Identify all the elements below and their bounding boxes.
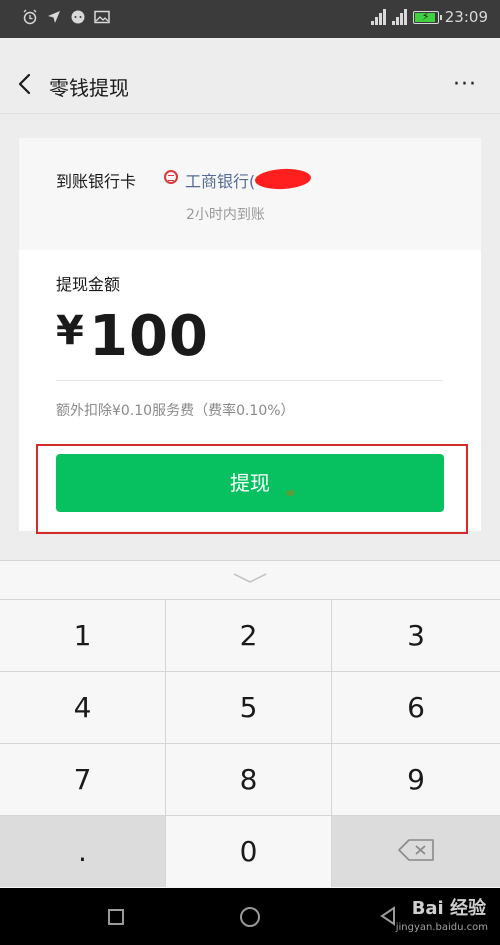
more-button[interactable]: ··· [450, 72, 480, 97]
key-3[interactable]: 3 [332, 599, 500, 671]
sim-signal-icon [370, 9, 386, 25]
arrival-time: 2小时内到账 [186, 207, 265, 223]
nav-bar: 零钱提现 ··· [0, 56, 500, 114]
key-5[interactable]: 5 [166, 671, 332, 743]
key-dot[interactable]: . [0, 815, 166, 887]
fee-note: 额外扣除¥0.10服务费（费率0.10%） [56, 403, 295, 419]
bank-logo-icon [164, 170, 178, 184]
divider [56, 380, 443, 381]
status-time: 23:09 [444, 8, 488, 26]
bank-card-section[interactable]: 到账银行卡 工商银行( 2小时内到账 [19, 138, 481, 250]
battery-charging-icon: ⚡ [412, 10, 442, 24]
chevron-down-icon [233, 573, 267, 583]
location-icon [48, 11, 60, 23]
baidu-watermark-url: jingyan.baidu.com [395, 922, 488, 933]
currency-symbol: ¥ [56, 308, 84, 354]
amount-input[interactable]: 100 [89, 304, 209, 369]
keypad-collapse-handle[interactable] [0, 561, 500, 599]
alarm-icon [23, 9, 37, 25]
image-icon [94, 10, 110, 24]
key-6[interactable]: 6 [332, 671, 500, 743]
key-0[interactable]: 0 [166, 815, 332, 887]
key-1[interactable]: 1 [0, 599, 166, 671]
recent-apps-icon[interactable] [108, 909, 124, 925]
page-title: 零钱提现 [49, 76, 129, 100]
key-backspace[interactable] [332, 815, 500, 887]
redaction-scribble [254, 167, 312, 191]
status-icons-left [22, 9, 110, 25]
cursor-mark-icon [286, 490, 295, 496]
key-4[interactable]: 4 [0, 671, 166, 743]
key-8[interactable]: 8 [166, 743, 332, 815]
home-icon[interactable] [240, 907, 260, 927]
system-nav-bar: Bai 经验 jingyan.baidu.com [0, 888, 500, 945]
amount-label: 提现金额 [56, 275, 121, 294]
key-9[interactable]: 9 [332, 743, 500, 815]
key-7[interactable]: 7 [0, 743, 166, 815]
status-icons-right: ⚡ 23:09 [370, 8, 488, 26]
status-bar: ⚡ 23:09 [0, 0, 500, 38]
baidu-watermark: Bai 经验 [411, 898, 486, 919]
back-icon[interactable] [380, 906, 396, 926]
key-2[interactable]: 2 [166, 599, 332, 671]
backspace-icon [398, 839, 434, 861]
chevron-left-icon[interactable] [14, 70, 38, 98]
bank-card-label: 到账银行卡 [56, 172, 137, 191]
bank-name[interactable]: 工商银行( [185, 168, 255, 192]
sim-signal-icon [391, 9, 407, 25]
withdraw-button[interactable]: 提现 [56, 454, 444, 512]
chat-icon [71, 10, 85, 24]
numeric-keypad: 1 2 3 4 5 6 7 8 9 . 0 [0, 560, 500, 888]
